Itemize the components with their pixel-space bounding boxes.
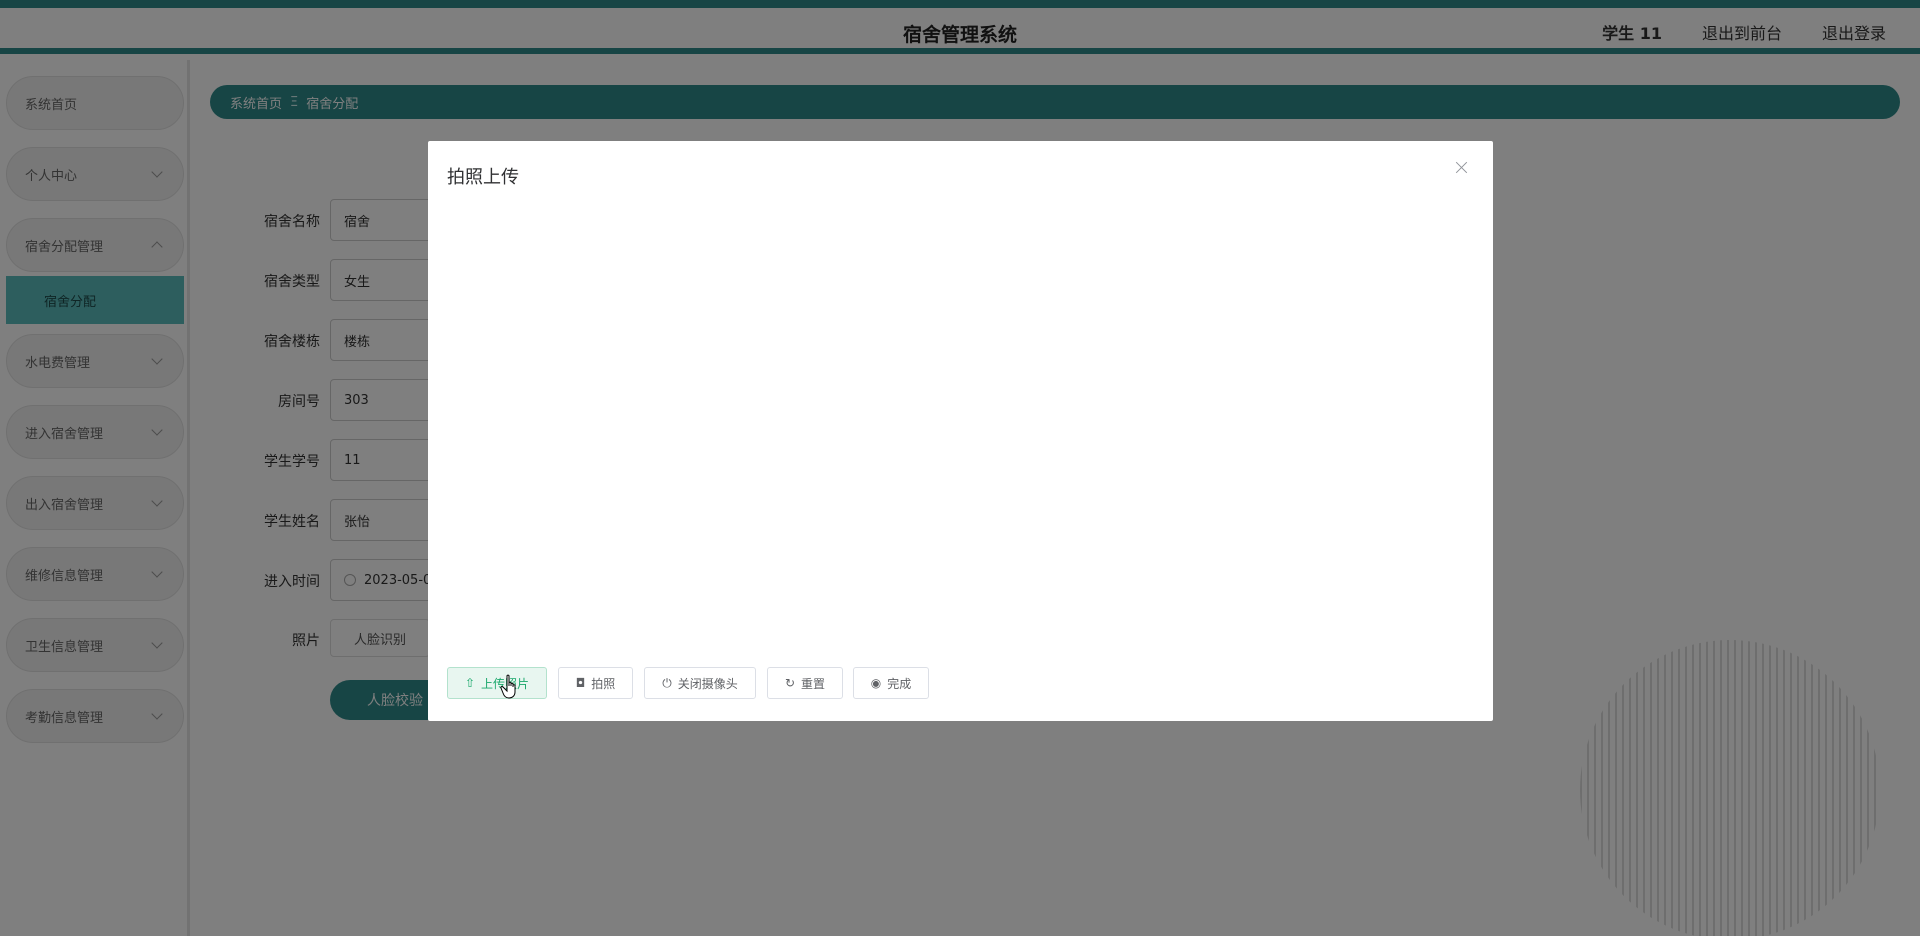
reset-button[interactable]: ↻ 重置: [767, 667, 843, 699]
close-icon[interactable]: [1453, 159, 1471, 177]
take-photo-button[interactable]: ◘ 拍照: [558, 667, 633, 699]
check-circle-icon: ◉: [870, 676, 882, 690]
upload-photo-button[interactable]: ⇧ 上传照片: [447, 667, 547, 699]
take-photo-label: 拍照: [591, 676, 616, 691]
refresh-icon: ↻: [784, 676, 796, 690]
camera-icon: ◘: [575, 676, 586, 690]
done-label: 完成: [887, 676, 912, 691]
close-camera-button[interactable]: ⏻ 关闭摄像头: [644, 667, 756, 699]
hand-cursor-icon: [500, 674, 516, 699]
photo-upload-dialog: 拍照上传 ⇧ 上传照片 ◘ 拍照 ⏻ 关闭摄像头 ↻ 重置 ◉ 完成: [428, 141, 1493, 721]
done-button[interactable]: ◉ 完成: [853, 667, 929, 699]
power-icon: ⏻: [662, 675, 672, 690]
reset-label: 重置: [801, 676, 826, 691]
close-camera-label: 关闭摄像头: [677, 676, 738, 691]
upload-icon: ⇧: [464, 676, 476, 690]
dialog-title: 拍照上传: [447, 167, 519, 188]
